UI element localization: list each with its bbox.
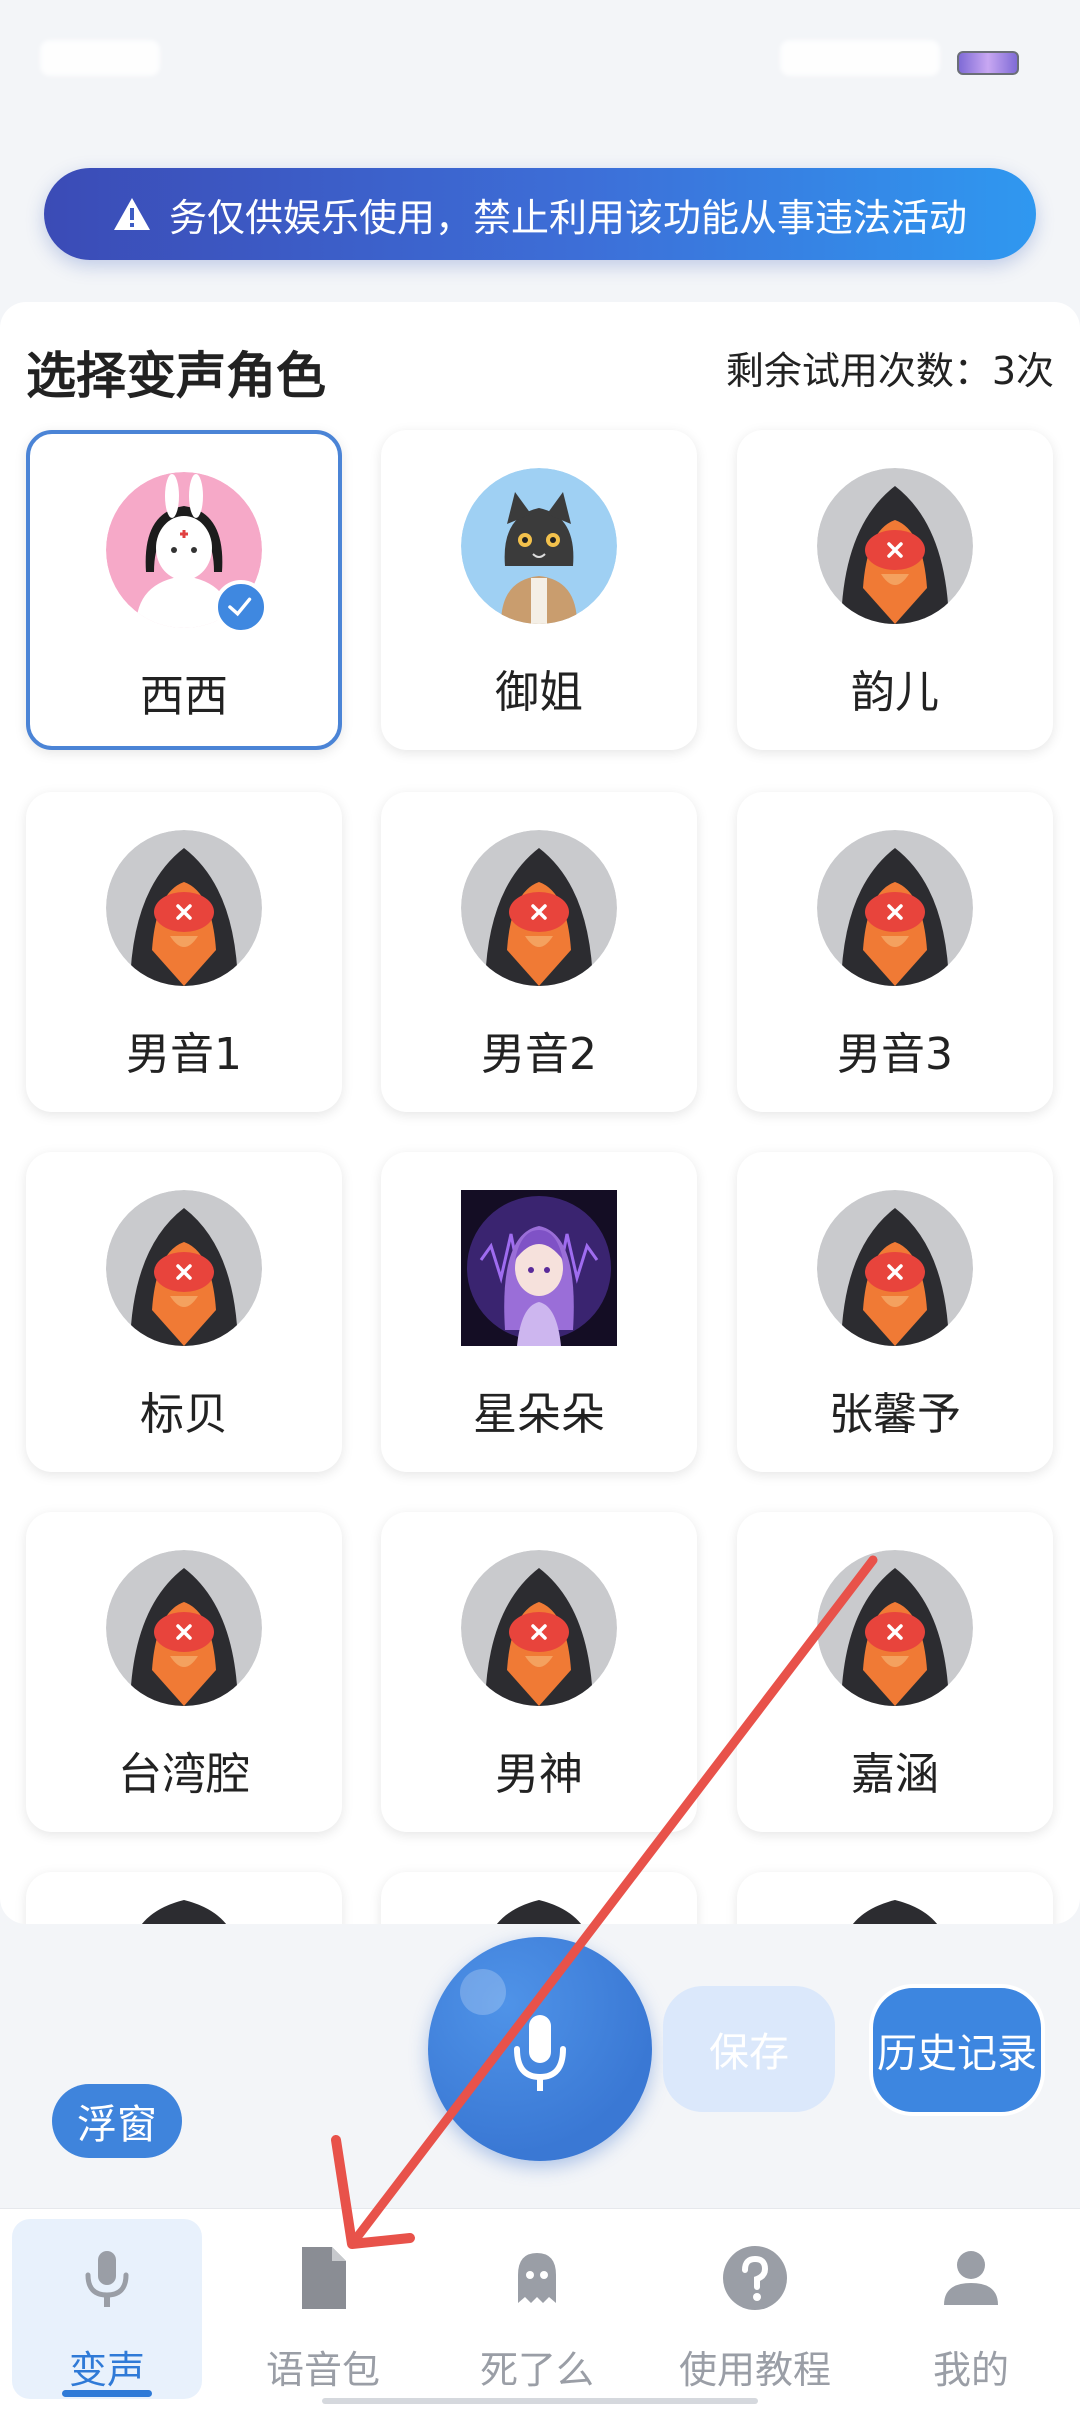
tab-label: 语音包 <box>265 2348 380 2392</box>
voice-card-partial[interactable] <box>26 1872 342 1924</box>
voice-card-xingduoduo[interactable]: 星朵朵 <box>381 1152 697 1472</box>
voice-name: 男音1 <box>126 1029 242 1080</box>
tab-tutorial[interactable]: 使用教程 <box>660 2219 850 2399</box>
tab-are-you-dead[interactable]: 死了么 <box>442 2219 632 2399</box>
voice-name: 嘉涵 <box>851 1749 939 1800</box>
battery-icon <box>957 51 1019 75</box>
bottom-tab-bar: 变声 语音包 死了么 使用教程 我的 <box>0 2208 1080 2409</box>
voice-card-yujie[interactable]: 御姐 <box>381 430 697 750</box>
voice-card-yuner[interactable]: 韵儿 <box>737 430 1053 750</box>
voice-name: 台湾腔 <box>118 1749 250 1800</box>
avatar-hooded-masked-figure <box>106 1550 262 1706</box>
voice-card-male2[interactable]: 男音2 <box>381 792 697 1112</box>
status-icons-blur <box>780 40 940 76</box>
voice-name: 韵儿 <box>851 667 939 718</box>
voice-card-taiwan-accent[interactable]: 台湾腔 <box>26 1512 342 1832</box>
avatar-hooded-masked-figure <box>106 1190 262 1346</box>
voice-card-biaobei[interactable]: 标贝 <box>26 1152 342 1472</box>
voice-card-partial[interactable] <box>737 1872 1053 1924</box>
avatar-hooded-masked-figure <box>106 830 262 986</box>
microphone-icon <box>514 2015 566 2091</box>
tab-label: 使用教程 <box>678 2348 831 2392</box>
avatar-cat-mask-girl <box>461 468 617 624</box>
voice-name: 西西 <box>140 671 228 722</box>
avatar-hooded-masked-figure <box>461 830 617 986</box>
voice-name: 男音3 <box>837 1029 953 1080</box>
person-icon <box>944 2251 998 2305</box>
voice-card-male3[interactable]: 男音3 <box>737 792 1053 1112</box>
record-button[interactable] <box>428 1937 652 2161</box>
ghost-icon <box>518 2253 556 2303</box>
voice-name: 男音2 <box>481 1029 597 1080</box>
avatar-hooded-masked-figure <box>461 1550 617 1706</box>
active-tab-indicator <box>62 2390 152 2397</box>
tab-mine[interactable]: 我的 <box>876 2219 1066 2399</box>
voice-name: 星朵朵 <box>473 1389 605 1440</box>
panel-title: 选择变声角色 <box>26 347 326 405</box>
selected-check-icon <box>214 580 268 634</box>
warning-icon <box>113 198 150 230</box>
voice-card-jiahan[interactable]: 嘉涵 <box>737 1512 1053 1832</box>
avatar-hooded-masked-figure <box>817 468 973 624</box>
tab-label: 死了么 <box>479 2348 594 2392</box>
remaining-trials: 剩余试用次数：3次 <box>725 349 1054 393</box>
status-time-blur <box>40 40 160 76</box>
voice-card-nanshen[interactable]: 男神 <box>381 1512 697 1832</box>
avatar-purple-hair-anime-girl <box>461 1190 617 1346</box>
microphone-icon <box>85 2251 129 2307</box>
voice-card-zhangxinyu[interactable]: 张馨予 <box>737 1152 1053 1472</box>
tab-label: 我的 <box>932 2348 1009 2392</box>
status-bar <box>0 0 1080 120</box>
voice-selection-panel: 选择变声角色 剩余试用次数：3次 西西 御姐 韵儿 男音1 男音2 男音3 标贝… <box>0 302 1080 1924</box>
voice-name: 标贝 <box>140 1389 228 1440</box>
voice-name: 张馨予 <box>829 1389 961 1440</box>
document-icon <box>302 2247 346 2309</box>
save-button[interactable]: 保存 <box>663 1986 835 2112</box>
voice-name: 男神 <box>495 1749 583 1800</box>
tab-voice-pack[interactable]: 语音包 <box>228 2219 418 2399</box>
tab-voice-change[interactable]: 变声 <box>12 2219 202 2399</box>
warning-banner: 务仅供娱乐使用，禁止利用该功能从事违法活动 <box>44 168 1036 260</box>
voice-name: 御姐 <box>495 667 583 718</box>
avatar-hooded-masked-figure <box>817 1190 973 1346</box>
tab-label: 变声 <box>68 2348 145 2392</box>
question-icon <box>723 2246 787 2310</box>
home-indicator <box>322 2398 758 2404</box>
voice-card-xixi[interactable]: 西西 <box>26 430 342 750</box>
history-button[interactable]: 历史记录 <box>869 1984 1045 2116</box>
avatar-hooded-masked-figure <box>817 830 973 986</box>
floating-window-button[interactable]: 浮窗 <box>52 2084 182 2158</box>
avatar-hooded-masked-figure <box>817 1550 973 1706</box>
warning-text: 务仅供娱乐使用，禁止利用该功能从事违法活动 <box>168 195 967 240</box>
voice-card-partial[interactable] <box>381 1872 697 1924</box>
voice-card-male1[interactable]: 男音1 <box>26 792 342 1112</box>
